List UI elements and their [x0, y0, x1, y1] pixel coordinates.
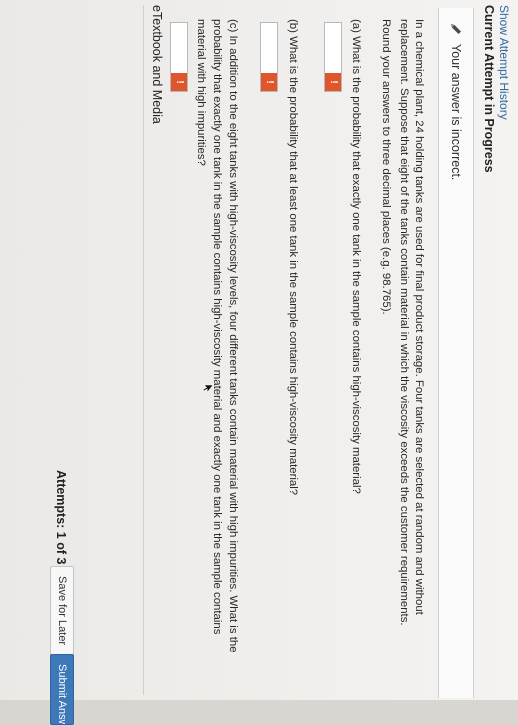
part-c-prompt-line-3: material with high impurities?	[195, 19, 207, 166]
question-intro-line-3: Round your answers to three decimal plac…	[380, 19, 392, 315]
error-icon: !	[261, 73, 277, 91]
save-for-later-button[interactable]: Save for Later	[50, 566, 74, 656]
part-c-answer-input[interactable]: !	[170, 22, 188, 92]
submit-answer-button[interactable]: Submit Answer	[50, 654, 74, 725]
error-icon: !	[325, 73, 341, 91]
part-c-prompt-line-2: probability that exactly one tank in the…	[211, 19, 223, 635]
question-intro-line-1: In a chemical plant, 24 holding tanks ar…	[413, 19, 425, 615]
pencil-icon	[449, 22, 463, 36]
answer-status-text: Your answer is incorrect.	[449, 44, 463, 181]
mouse-cursor-icon	[197, 384, 215, 394]
part-a-answer-input[interactable]: !	[324, 22, 342, 92]
part-b-answer-input[interactable]: !	[260, 22, 278, 92]
part-c-prompt-line-1: (c) In addition to the eight tanks with …	[227, 19, 239, 653]
assignment-page: Show Attempt History Current Attempt in …	[0, 0, 518, 725]
feedback-banner: Your answer is incorrect.	[438, 8, 474, 698]
show-attempt-history-link[interactable]: Show Attempt History	[497, 5, 511, 120]
part-b-prompt: (b) What is the probability that at leas…	[287, 19, 299, 496]
part-a-prompt: (a) What is the probability that exactly…	[350, 19, 362, 494]
current-attempt-heading: Current Attempt in Progress	[482, 5, 496, 173]
question-intro-line-2: replacement. Suppose that eight of the t…	[398, 19, 410, 626]
divider	[143, 5, 144, 695]
error-icon: !	[171, 73, 187, 91]
etextbook-media-link[interactable]: eTextbook and Media	[150, 5, 164, 124]
